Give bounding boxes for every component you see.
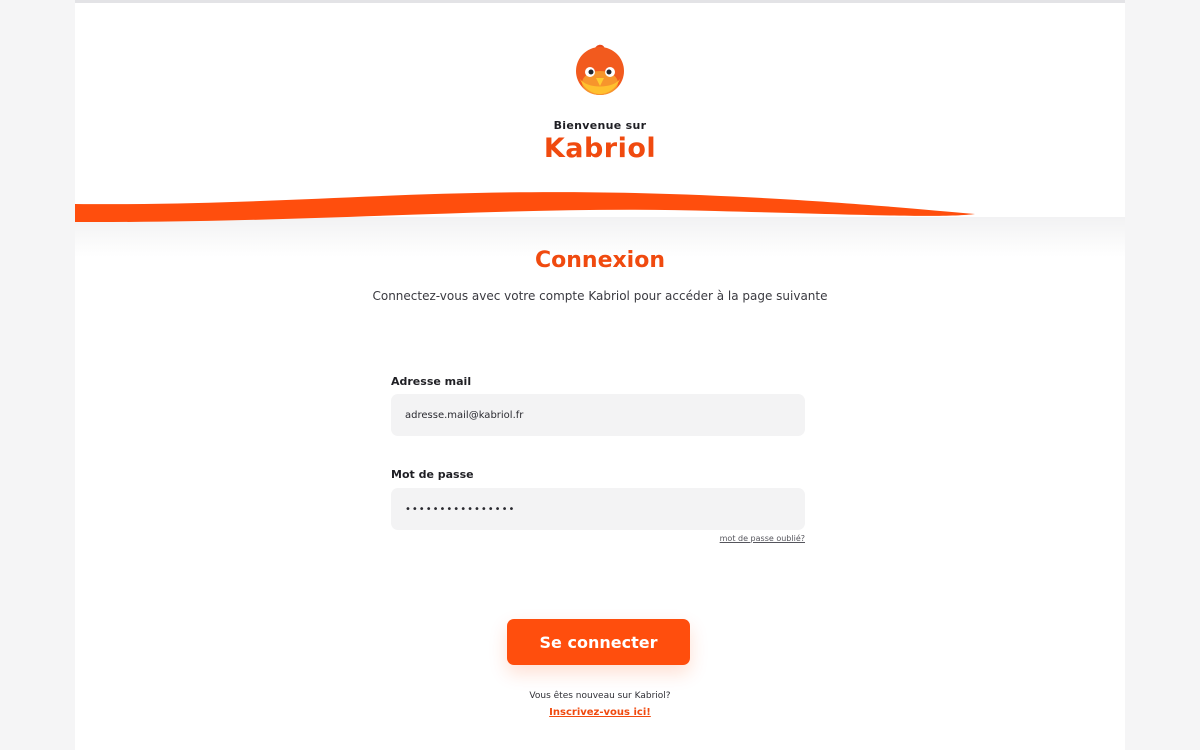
new-user-text: Vous êtes nouveau sur Kabriol?: [529, 691, 671, 701]
welcome-header: Bienvenue sur Kabriol: [75, 3, 1125, 203]
login-page: Bienvenue sur Kabriol Connexion Connecte…: [75, 0, 1125, 750]
email-input[interactable]: [391, 394, 805, 436]
password-input[interactable]: [391, 488, 805, 530]
signup-link[interactable]: Inscrivez-vous ici!: [75, 707, 1125, 718]
kabriol-bird-logo-icon: [576, 44, 624, 95]
email-label: Adresse mail: [391, 375, 472, 388]
orange-wave-divider: [75, 192, 975, 223]
login-title: Connexion: [534, 248, 665, 273]
login-subtitle: Connectez-vous avec votre compte Kabriol…: [372, 289, 828, 303]
forgot-password-link[interactable]: mot de passe oublié?: [675, 534, 805, 543]
brand-name: Kabriol: [543, 133, 657, 164]
welcome-text: Bienvenue sur: [553, 119, 647, 132]
login-button[interactable]: Se connecter: [507, 619, 690, 665]
password-label: Mot de passe: [391, 468, 474, 481]
